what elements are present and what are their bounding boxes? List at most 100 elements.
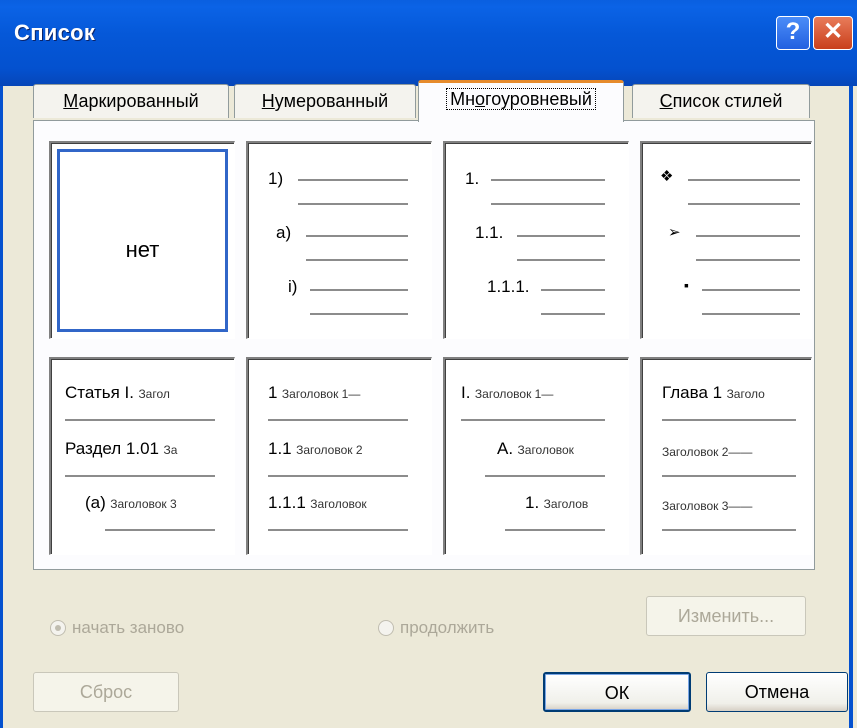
- tab-label: Мн: [450, 89, 476, 109]
- line: [310, 289, 408, 291]
- line: [541, 289, 605, 291]
- list-style-outline-headings[interactable]: I. Заголовок 1— A. Заголовок 1. Заголов: [443, 357, 629, 555]
- line: [517, 235, 605, 237]
- level2-marker: 1.1: [268, 439, 292, 458]
- line: [310, 313, 408, 315]
- square-bullet-icon: ▪: [684, 277, 689, 293]
- line: [702, 313, 800, 315]
- list-style-symbols[interactable]: ❖ ➢ ▪: [640, 141, 812, 339]
- level2-marker: 1.1.: [475, 223, 504, 242]
- level3-marker: (a): [85, 493, 106, 512]
- level1-line: 1 Заголовок 1—: [268, 383, 424, 403]
- title-bar[interactable]: Список ? ✕: [0, 0, 857, 86]
- restart-numbering-radio[interactable]: начать заново: [50, 618, 184, 638]
- tab-label: умерованный: [274, 91, 389, 111]
- line: [298, 203, 408, 205]
- tab-list-styles[interactable]: Список стилей: [632, 84, 810, 118]
- level3-line: (a) Заголовок 3: [85, 493, 225, 513]
- cancel-button[interactable]: Отмена: [706, 672, 848, 712]
- line: [491, 203, 605, 205]
- line: [688, 179, 800, 181]
- level3-marker: i): [288, 277, 298, 296]
- diamond-bullet-icon: ❖: [660, 168, 674, 185]
- line: [696, 235, 800, 237]
- tab-bulleted[interactable]: Маркированный: [33, 84, 229, 118]
- line: [65, 475, 215, 477]
- restart-numbering-label: начать заново: [72, 618, 185, 637]
- tab-mnemonic: С: [659, 91, 673, 111]
- ok-button[interactable]: ОК: [543, 672, 691, 712]
- tab-label: писок стилей: [672, 91, 783, 111]
- level2-heading: За: [163, 443, 178, 457]
- line: [688, 203, 800, 205]
- level3-heading: Заголов: [543, 497, 589, 511]
- level2-line: A. Заголовок: [497, 439, 621, 459]
- list-style-paren[interactable]: 1) a) i): [246, 141, 432, 339]
- line: [268, 529, 408, 531]
- continue-numbering-label: продолжить: [400, 618, 495, 637]
- line: [541, 313, 605, 315]
- level2-line: 1.1 Заголовок 2: [268, 439, 424, 459]
- tab-mnemonic: о: [475, 89, 486, 109]
- window-title: Список: [14, 20, 96, 45]
- line: [491, 179, 605, 181]
- level1-heading: Заголо: [726, 387, 765, 401]
- line: [662, 529, 796, 531]
- level3-marker: 1.1.1: [268, 493, 306, 512]
- level2-heading: Заголовок: [517, 443, 574, 457]
- level1-marker: 1): [268, 169, 284, 188]
- level3-marker: 1.: [525, 493, 540, 512]
- level2-marker: A.: [497, 439, 514, 458]
- level1-marker: I.: [461, 383, 471, 402]
- list-style-decimal[interactable]: 1. 1.1. 1.1.1.: [443, 141, 629, 339]
- line: [696, 259, 800, 261]
- line: [505, 529, 605, 531]
- list-style-article-section[interactable]: Статья I. Загол Раздел 1.01 За (a) Загол…: [49, 357, 235, 555]
- arrow-bullet-icon: ➢: [668, 224, 681, 241]
- list-style-numbered-headings[interactable]: 1 Заголовок 1— 1.1 Заголовок 2 1.1.1 Заг…: [246, 357, 432, 555]
- level3-line: 1.1.1 Заголовок: [268, 493, 424, 513]
- level1-heading: Заголовок 1—: [281, 387, 361, 401]
- radio-dot-icon: [50, 620, 66, 636]
- line: [105, 529, 215, 531]
- tab-label: гоуровневый: [485, 89, 592, 109]
- line: [298, 179, 408, 181]
- level2-line: Заголовок 2——: [662, 443, 810, 461]
- level1-marker: Статья I.: [65, 383, 134, 402]
- continue-numbering-radio[interactable]: продолжить: [378, 618, 494, 638]
- help-button[interactable]: ?: [776, 16, 810, 50]
- level1-marker: 1.: [465, 169, 480, 188]
- level1-line: Статья I. Загол: [65, 383, 225, 403]
- line: [662, 419, 796, 421]
- level3-heading: Заголовок: [310, 497, 367, 511]
- line: [702, 289, 800, 291]
- level3-line: 1. Заголов: [525, 493, 621, 513]
- line: [517, 259, 605, 261]
- reset-button[interactable]: Сброс: [33, 672, 179, 712]
- tab-mnemonic: М: [63, 91, 79, 111]
- tab-mnemonic: Н: [261, 91, 275, 111]
- tab-numbered[interactable]: Нумерованный: [234, 84, 416, 118]
- line: [65, 419, 215, 421]
- level3-line: Заголовок 3——: [662, 497, 810, 515]
- tab-multilevel[interactable]: Многоуровневый: [418, 80, 624, 122]
- close-button[interactable]: ✕: [813, 16, 853, 50]
- level2-heading: Заголовок 2——: [662, 445, 753, 459]
- level2-line: Раздел 1.01 За: [65, 439, 225, 459]
- line: [268, 475, 408, 477]
- level1-heading: Заголовок 1—: [474, 387, 554, 401]
- level1-line: Глава 1 Заголо: [662, 383, 810, 403]
- line: [306, 259, 408, 261]
- list-style-none[interactable]: нет: [49, 141, 235, 339]
- tab-panel: нет 1) a) i) 1. 1.1. 1.1.1. ❖ ➢ ▪ Статья…: [33, 120, 815, 570]
- list-style-chapter-headings[interactable]: Глава 1 Заголо Заголовок 2—— Заголовок 3…: [640, 357, 812, 555]
- line: [485, 475, 605, 477]
- line: [306, 235, 408, 237]
- level2-marker: a): [276, 223, 292, 242]
- radio-dot-icon: [378, 620, 394, 636]
- line: [662, 475, 796, 477]
- level1-line: I. Заголовок 1—: [461, 383, 621, 403]
- level3-heading: Заголовок 3: [110, 497, 177, 511]
- change-button[interactable]: Изменить...: [646, 596, 806, 636]
- level2-heading: Заголовок 2: [296, 443, 363, 457]
